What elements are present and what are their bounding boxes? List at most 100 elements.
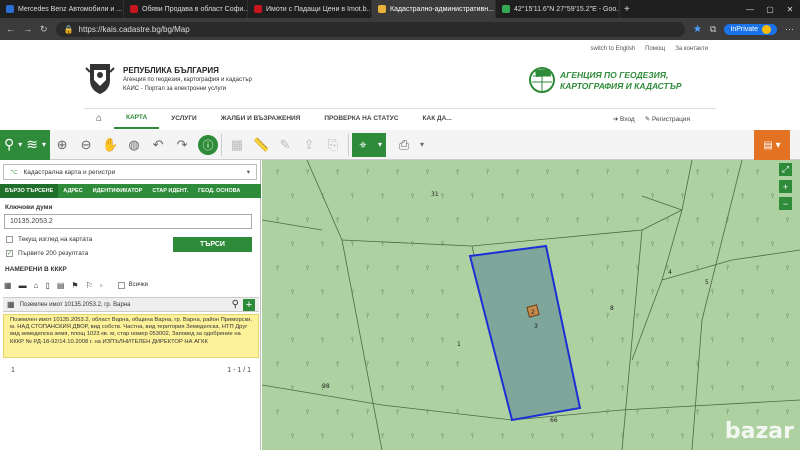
selected-parcel[interactable] — [468, 244, 582, 422]
page-number[interactable]: 1 — [11, 367, 15, 374]
tree-symbol: ⫯ — [336, 408, 339, 416]
fullscreen-icon[interactable]: ⤢ — [779, 163, 792, 176]
url-field[interactable]: 🔒 https://kais.cadastre.bg/bg/Map — [55, 21, 685, 37]
tab-favicon-icon — [502, 5, 510, 13]
keywords-input[interactable] — [4, 214, 252, 229]
switch-english-link[interactable]: switch to English — [590, 46, 635, 52]
minimize-icon[interactable]: — — [740, 5, 760, 14]
document-filter-icon[interactable]: ▯ — [45, 281, 49, 290]
location-filter-icon[interactable]: ⚑ — [71, 281, 78, 290]
chevron-down-icon[interactable]: ▾ — [42, 140, 46, 149]
tab-old-identifier[interactable]: СТАР ИДЕНТ. — [147, 184, 193, 198]
tree-symbol: ⫯ — [411, 288, 414, 296]
layer-select[interactable]: ⌥ Кадастрална карта и регистри ▾ — [3, 164, 257, 180]
chevron-down-icon[interactable]: ▾ — [18, 140, 22, 149]
export-icon[interactable]: ⎘ — [321, 133, 345, 157]
search-icon[interactable]: ⚲ — [4, 136, 14, 153]
current-view-checkbox[interactable]: Текущ изглед на картата — [6, 236, 92, 243]
tree-symbol: ⫯ — [606, 264, 609, 272]
contacts-link[interactable]: За контакти — [675, 46, 708, 52]
all-checkbox[interactable] — [117, 281, 125, 289]
tree-symbol: ⫯ — [381, 336, 384, 344]
login-link[interactable]: ➜ Вход — [613, 115, 635, 123]
zoom-out-icon[interactable]: ⊖ — [74, 133, 98, 157]
upload-icon[interactable]: ⇪ — [297, 133, 321, 157]
next-extent-icon[interactable]: ↷ — [170, 133, 194, 157]
add-icon[interactable]: + — [243, 298, 255, 311]
tree-symbol: ⫯ — [306, 168, 309, 176]
more-menu-icon[interactable]: ⋯ — [785, 24, 794, 35]
measure-icon[interactable]: 📏 — [249, 133, 273, 157]
register-link[interactable]: ✎ Регистрация — [645, 115, 690, 123]
tree-symbol: ⫯ — [771, 240, 774, 248]
home-filter-icon[interactable]: ⌂ — [34, 281, 39, 290]
layers-icon[interactable]: ≋ — [26, 136, 38, 153]
tree-symbol: ⫯ — [756, 264, 759, 272]
tab-geodetic-basis[interactable]: ГЕОД. ОСНОВА — [193, 184, 245, 198]
nav-services[interactable]: УСЛУГИ — [159, 109, 209, 129]
new-tab-button[interactable]: + — [620, 4, 634, 15]
map-zoom-in-icon[interactable]: + — [779, 180, 792, 193]
filter-all[interactable]: Всички — [117, 281, 148, 289]
chevron-down-icon[interactable]: ▾ — [416, 133, 428, 157]
browser-tab[interactable]: Mercedes Benz Автомобили и ...× — [0, 0, 124, 18]
tab-quick-search[interactable]: БЪРЗО ТЪРСЕНЕ — [0, 184, 59, 198]
flag-filter-icon[interactable]: ⚐ — [86, 281, 93, 290]
point-filter-icon[interactable]: ◦ — [100, 281, 103, 290]
maximize-icon[interactable]: ▢ — [760, 5, 780, 14]
globe-icon[interactable]: ◍ — [122, 133, 146, 157]
print-icon[interactable]: ⎙ — [392, 133, 416, 157]
browser-tab[interactable]: Имоти с Падащи Цени в Imot.b...× — [248, 0, 372, 18]
previous-extent-icon[interactable]: ↶ — [146, 133, 170, 157]
checkmark-icon[interactable]: ✓ — [6, 250, 13, 257]
tree-symbol: ⫯ — [366, 312, 369, 320]
location-pin-icon[interactable]: ⌖ — [352, 132, 375, 157]
first200-checkbox[interactable]: ✓ Първите 200 резултата — [6, 250, 88, 257]
tab-address[interactable]: АДРЕС — [58, 184, 87, 198]
help-link[interactable]: Помощ — [645, 46, 665, 52]
collections-icon[interactable]: ⧉ — [710, 24, 716, 35]
nav-status-check[interactable]: ПРОВЕРКА НА СТАТУС — [312, 109, 410, 129]
inprivate-badge[interactable]: InPrivate — [724, 23, 777, 35]
search-button[interactable]: ТЪРСИ — [173, 237, 252, 252]
browser-tab[interactable]: Кадастрално-административн...× — [372, 0, 496, 18]
tree-symbol: ⫯ — [336, 360, 339, 368]
tree-symbol: ⫯ — [621, 336, 624, 344]
map-canvas[interactable]: ⫯ ⫯ ⫯ ⫯ ⫯ ⫯ ⫯ ⫯ ⫯ ⫯ ⫯ ⫯ ⫯ ⫯ ⫯ ⫯ ⫯ ⫯ ⫯ ⫯ ⫯ ⫯ ⫯ ⫯ ⫯ ⫯ ⫯ ⫯ ⫯ ⫯ ⫯ ⫯ ⫯ ⫯ ⫯ ⫯ ⫯ ⫯ ⫯ ⫯… — [262, 160, 800, 450]
parcel-filter-icon[interactable]: ▦ — [4, 281, 12, 290]
result-details[interactable]: Поземлен имот 10135.2053.2, област Варна… — [3, 314, 259, 358]
browser-tab[interactable]: 42°15'11.6"N 27°59'15.2"E - Goo...× — [496, 0, 620, 18]
nav-map[interactable]: КАРТА — [114, 109, 160, 129]
table-icon[interactable]: ▦ — [225, 133, 249, 157]
nav-howto[interactable]: КАК ДА... — [411, 109, 464, 129]
parcel-label: 31 — [431, 191, 439, 198]
tab-identifier[interactable]: ИДЕНТИФИКАТОР — [88, 184, 148, 198]
pan-hand-icon[interactable]: ✋ — [98, 133, 122, 157]
home-icon[interactable]: ⌂ — [84, 113, 114, 124]
close-window-icon[interactable]: ✕ — [780, 5, 800, 14]
cadastral-map[interactable]: ⫯ ⫯ ⫯ ⫯ ⫯ ⫯ ⫯ ⫯ ⫯ ⫯ ⫯ ⫯ ⫯ ⫯ ⫯ ⫯ ⫯ ⫯ ⫯ ⫯ ⫯ ⫯ ⫯ ⫯ ⫯ ⫯ ⫯ ⫯ ⫯ ⫯ ⫯ ⫯ ⫯ ⫯ ⫯ ⫯ ⫯ ⫯ ⫯ ⫯… — [262, 160, 800, 450]
map-zoom-out-icon[interactable]: − — [779, 197, 792, 210]
tree-symbol: ⫯ — [471, 432, 474, 440]
grid-filter-icon[interactable]: ▤ — [57, 281, 65, 290]
zoom-in-icon[interactable]: ⊕ — [50, 133, 74, 157]
checkbox-box[interactable] — [6, 236, 13, 243]
search-panel: ⌥ Кадастрална карта и регистри ▾ БЪРЗО Т… — [0, 160, 261, 450]
draw-icon[interactable]: ✎ — [273, 133, 297, 157]
search-icon[interactable]: ⚲ — [232, 299, 239, 310]
result-header[interactable]: ▦ Поземлен имот 10135.2053.2, гр. Варна … — [3, 297, 259, 312]
legend-toggle-button[interactable]: ▤ ▾ — [754, 130, 790, 160]
building-filter-icon[interactable]: ▬ — [19, 281, 27, 290]
parcel-boundary — [262, 219, 323, 231]
back-icon[interactable]: ← — [6, 24, 15, 34]
forward-icon[interactable]: → — [23, 24, 32, 34]
browser-tab[interactable]: Обяви Продава в област Софи...× — [124, 0, 248, 18]
page-range: 1 - 1 / 1 — [227, 366, 251, 374]
favorite-star-icon[interactable]: ★ — [693, 24, 702, 35]
tree-symbol: ⫯ — [426, 312, 429, 320]
chevron-down-icon[interactable]: ▾ — [374, 132, 387, 157]
tree-symbol: ⫯ — [441, 432, 444, 440]
info-icon[interactable]: ⓘ — [198, 134, 219, 155]
reload-icon[interactable]: ↻ — [40, 24, 48, 35]
nav-complaints[interactable]: ЖАЛБИ И ВЪЗРАЖЕНИЯ — [209, 109, 313, 129]
